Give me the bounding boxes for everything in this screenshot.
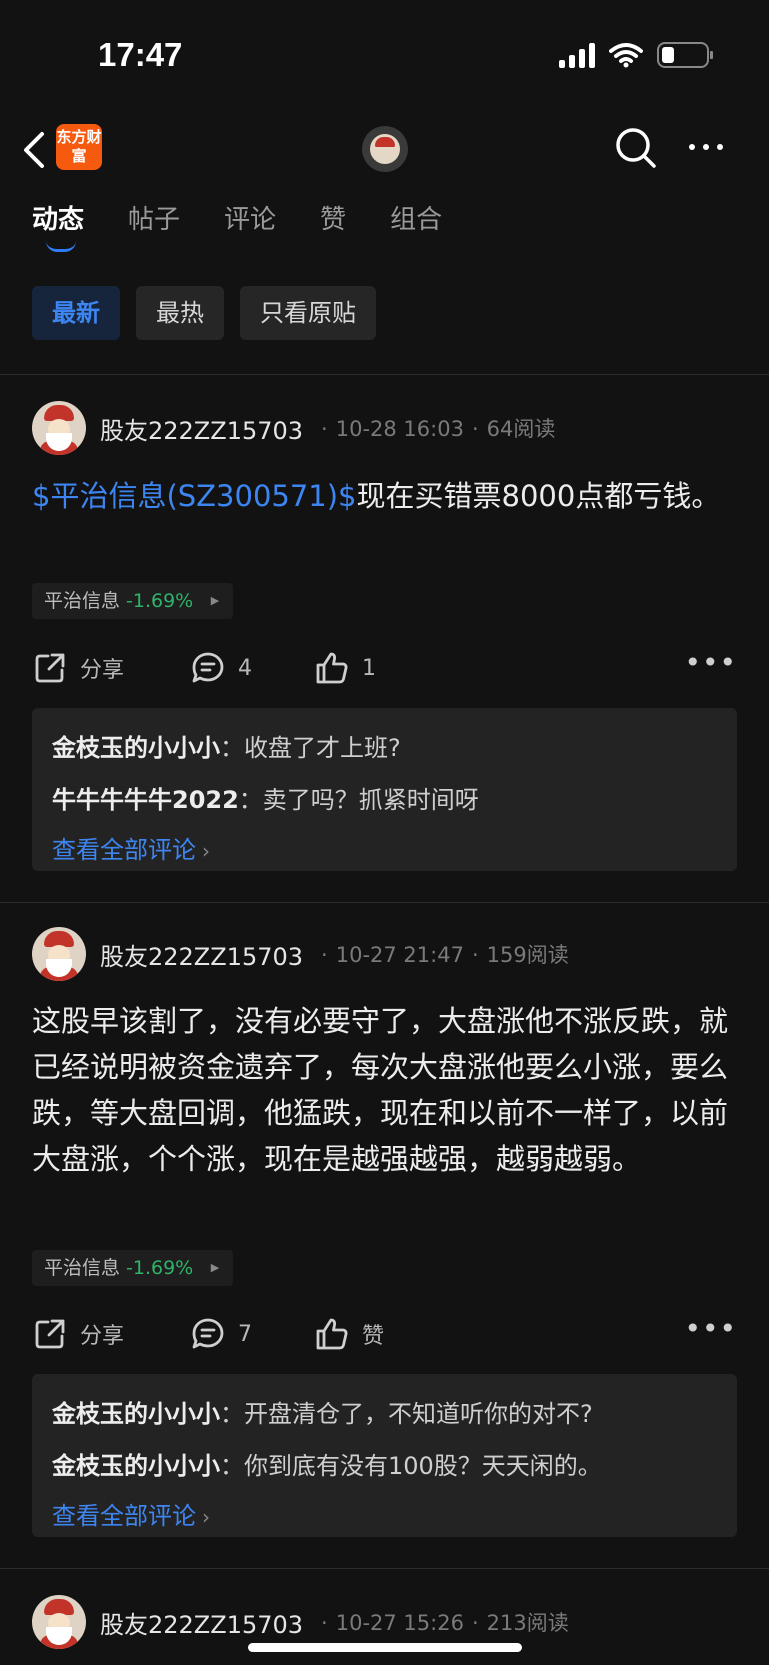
thumbs-up-icon: [316, 1318, 348, 1350]
username[interactable]: 股友222ZZ15703: [100, 1605, 303, 1640]
post-date: 10-27 15:26: [335, 1611, 464, 1635]
tab-posts[interactable]: 帖子: [128, 200, 180, 252]
profile-tabs: 动态 帖子 评论 赞 组合: [0, 200, 769, 260]
nav-bar: 东方财富: [0, 110, 769, 190]
status-time: 17:47: [98, 36, 183, 73]
chevron-right-icon: ›: [202, 839, 210, 863]
user-avatar[interactable]: [32, 401, 86, 455]
comment-icon: [192, 1318, 224, 1349]
status-bar: 17:47: [0, 0, 769, 110]
post-actions: 分享 4 1 •••: [32, 646, 737, 690]
stock-chip[interactable]: 平治信息 -1.69% ▶: [32, 583, 234, 619]
share-label: 分享: [80, 658, 125, 683]
username[interactable]: 股友222ZZ15703: [100, 937, 303, 972]
divider: [0, 902, 769, 903]
user-avatar[interactable]: [32, 1595, 86, 1649]
post-body[interactable]: $平治信息(SZ300571)$现在买错票8000点都亏钱。: [32, 473, 737, 519]
stock-chip-change: -1.69%: [126, 1257, 194, 1279]
comment-item[interactable]: 金枝玉的小小小：你到底有没有100股？天天闲的。: [52, 1440, 717, 1492]
post-date: 10-28 16:03: [335, 417, 464, 441]
read-count: 64阅读: [486, 417, 556, 441]
profile-avatar[interactable]: [362, 126, 408, 172]
comment-preview[interactable]: 金枝玉的小小小：收盘了才上班? 牛牛牛牛牛2022：卖了吗？抓紧时间呀 查看全部…: [32, 708, 737, 871]
chevron-right-icon: ›: [202, 1505, 210, 1529]
search-icon[interactable]: [614, 126, 658, 170]
app-logo[interactable]: 东方财富: [56, 124, 102, 170]
stock-chip-name: 平治信息: [44, 590, 121, 612]
like-count: 1: [362, 655, 376, 681]
share-button[interactable]: 分享: [32, 1312, 124, 1356]
tab-comments[interactable]: 评论: [224, 200, 276, 252]
play-triangle-icon: ▶: [210, 594, 220, 607]
more-options-icon[interactable]: [686, 132, 726, 162]
comment-text: 你到底有没有100股？天天闲的。: [244, 1452, 602, 1480]
post-more-icon[interactable]: •••: [684, 1314, 737, 1344]
stock-chip[interactable]: 平治信息 -1.69% ▶: [32, 1250, 234, 1286]
post-date: 10-27 21:47: [335, 943, 464, 967]
filter-hottest[interactable]: 最热: [136, 286, 224, 340]
share-label: 分享: [80, 1324, 125, 1349]
comment-item[interactable]: 牛牛牛牛牛2022：卖了吗？抓紧时间呀: [52, 774, 717, 826]
view-all-comments-link[interactable]: 查看全部评论 ›: [52, 1492, 717, 1541]
read-count: 159阅读: [486, 943, 569, 967]
status-icons: [559, 42, 713, 68]
comment-text: 开盘清仓了，不知道听你的对不?: [244, 1400, 593, 1428]
comment-author: 牛牛牛牛牛2022: [52, 786, 239, 814]
comment-author: 金枝玉的小小小: [52, 1452, 220, 1480]
divider: [0, 1568, 769, 1569]
comment-preview[interactable]: 金枝玉的小小小：开盘清仓了，不知道听你的对不? 金枝玉的小小小：你到底有没有10…: [32, 1374, 737, 1537]
user-avatar[interactable]: [32, 927, 86, 981]
tab-likes[interactable]: 赞: [320, 200, 346, 252]
read-count: 213阅读: [486, 1611, 569, 1635]
post-header: 股友222ZZ15703 · 10-27 21:47 · 159阅读: [32, 926, 569, 982]
comment-text: 卖了吗？抓紧时间呀: [262, 786, 479, 814]
post-meta: · 10-27 15:26 · 213阅读: [321, 1611, 569, 1635]
post-body[interactable]: 这股早该割了，没有必要守了，大盘涨他不涨反跌，就已经说明被资金遗弃了，每次大盘涨…: [32, 998, 737, 1182]
share-icon: [35, 653, 65, 683]
comment-text: 收盘了才上班?: [244, 734, 401, 762]
stock-link[interactable]: $平治信息(SZ300571)$: [32, 479, 357, 513]
thumbs-up-icon: [316, 652, 348, 684]
post-meta: · 10-28 16:03 · 64阅读: [321, 417, 556, 441]
tab-portfolio[interactable]: 组合: [390, 200, 442, 252]
comment-icon: [192, 652, 224, 683]
battery-icon: [657, 42, 713, 68]
play-triangle-icon: ▶: [210, 1261, 220, 1274]
stock-chip-change: -1.69%: [126, 590, 194, 612]
post-text: 现在买错票8000点都亏钱。: [356, 479, 721, 513]
comment-author: 金枝玉的小小小: [52, 734, 220, 762]
like-button[interactable]: 1: [314, 646, 376, 690]
filter-bar: 最新 最热 只看原贴: [32, 286, 376, 340]
tab-dynamic[interactable]: 动态: [32, 200, 84, 252]
divider: [0, 374, 769, 375]
comment-author: 金枝玉的小小小: [52, 1400, 220, 1428]
view-all-comments-link[interactable]: 查看全部评论 ›: [52, 826, 717, 875]
stock-chip-name: 平治信息: [44, 1257, 121, 1279]
comment-item[interactable]: 金枝玉的小小小：收盘了才上班?: [52, 722, 717, 774]
wifi-icon: [609, 43, 643, 68]
like-label: 赞: [362, 1324, 385, 1349]
post-more-icon[interactable]: •••: [684, 648, 737, 678]
filter-original-only[interactable]: 只看原贴: [240, 286, 376, 340]
back-arrow-icon[interactable]: [18, 126, 54, 174]
comment-button[interactable]: 7: [190, 1312, 252, 1356]
comment-count: 7: [238, 1321, 252, 1347]
share-button[interactable]: 分享: [32, 646, 124, 690]
username[interactable]: 股友222ZZ15703: [100, 411, 303, 446]
post-actions: 分享 7 赞 •••: [32, 1312, 737, 1356]
comment-item[interactable]: 金枝玉的小小小：开盘清仓了，不知道听你的对不?: [52, 1388, 717, 1440]
share-icon: [35, 1319, 65, 1349]
home-indicator[interactable]: [248, 1643, 522, 1652]
post-header: 股友222ZZ15703 · 10-27 15:26 · 213阅读: [32, 1594, 569, 1650]
comment-button[interactable]: 4: [190, 646, 252, 690]
post-header: 股友222ZZ15703 · 10-28 16:03 · 64阅读: [32, 400, 555, 456]
like-button[interactable]: 赞: [314, 1312, 384, 1356]
filter-latest[interactable]: 最新: [32, 286, 120, 340]
post-meta: · 10-27 21:47 · 159阅读: [321, 943, 569, 967]
comment-count: 4: [238, 655, 252, 681]
cellular-signal-icon: [559, 42, 595, 68]
